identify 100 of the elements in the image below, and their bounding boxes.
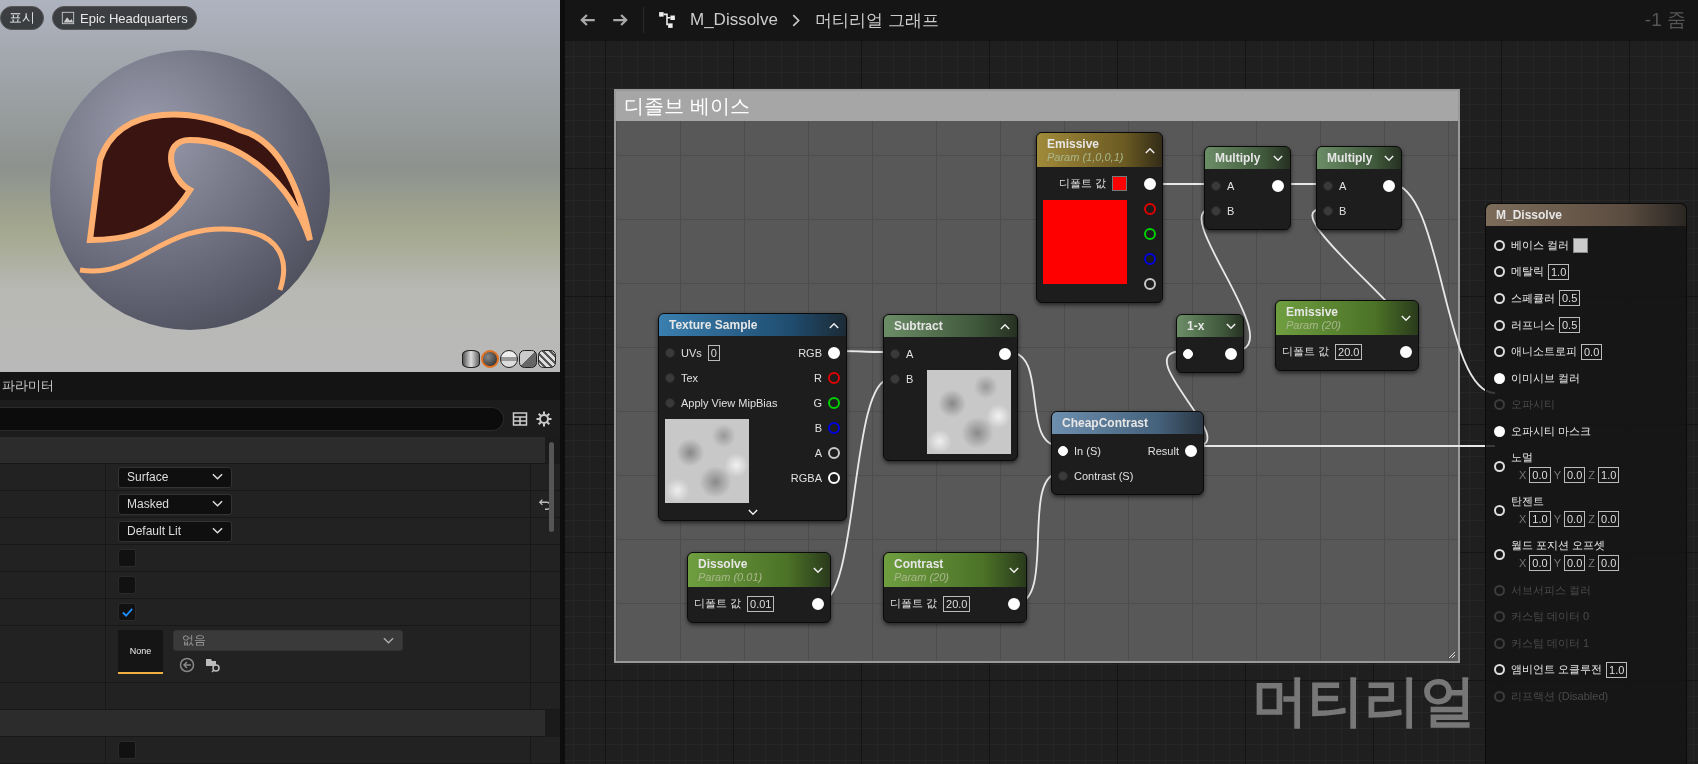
input-pin[interactable] — [665, 347, 675, 358]
scene-button[interactable]: Epic Headquarters — [52, 6, 197, 30]
cube-icon[interactable] — [519, 350, 537, 368]
pin-label: 탄젠트 — [1511, 494, 1544, 510]
graph-node[interactable]: Multiply A B — [1204, 146, 1291, 230]
graph-type-label: 머티리얼 — [1252, 668, 1476, 734]
asset-dropdown[interactable]: 없음 — [173, 630, 403, 651]
value-field[interactable]: 0.5 — [1559, 317, 1581, 334]
table-icon[interactable] — [512, 410, 528, 427]
graph-node[interactable]: Dissolve Param (0.01) 디폴트 값 0.01 — [687, 552, 831, 623]
color-swatch[interactable] — [1573, 237, 1589, 253]
graph-node[interactable]: Multiply A B — [1316, 146, 1402, 230]
checkbox[interactable] — [118, 741, 136, 759]
value-field[interactable]: 0 — [707, 344, 720, 361]
material-result-node[interactable] — [1485, 203, 1687, 764]
checkbox[interactable] — [118, 603, 136, 621]
chevron-up-icon[interactable] — [1000, 322, 1010, 330]
value-field[interactable]: 0.0 — [1529, 467, 1551, 484]
dropdown[interactable]: Surface — [118, 466, 232, 488]
chevron-up-icon[interactable] — [829, 321, 839, 329]
chevron-down-icon[interactable] — [1009, 566, 1019, 574]
graph-node[interactable]: Subtract A B — [883, 314, 1018, 461]
checkbox[interactable] — [118, 549, 136, 567]
pin-label: 메탈릭 — [1511, 264, 1544, 280]
mesh-icon[interactable] — [538, 350, 556, 368]
breadcrumb-current: 머티리얼 그래프 — [814, 9, 939, 32]
node-title: Emissive — [1047, 137, 1101, 151]
output-pin[interactable] — [1144, 227, 1156, 240]
value-field[interactable]: 0.0 — [1581, 343, 1603, 360]
output-pin[interactable] — [828, 396, 840, 409]
input-pin[interactable] — [1211, 180, 1221, 191]
value-field[interactable]: 0.0 — [1598, 555, 1620, 572]
reset-icon[interactable] — [538, 497, 552, 511]
dropdown[interactable]: Default Lit — [118, 520, 232, 542]
value-field[interactable]: 0.0 — [1564, 555, 1586, 572]
pin-label: 이미시브 컬러 — [1511, 370, 1581, 386]
node-title: 1-x — [1187, 319, 1205, 333]
settings-icon[interactable] — [536, 410, 552, 427]
chevron-down-icon[interactable] — [813, 566, 823, 574]
chevron-down-icon[interactable] — [1401, 314, 1411, 322]
pin-label: B — [1227, 204, 1235, 217]
texture-thumbnail[interactable]: None — [118, 630, 163, 674]
graph-node[interactable]: 1-x — [1176, 314, 1244, 373]
scrollbar[interactable] — [549, 442, 554, 532]
value-field[interactable]: 20.0 — [943, 595, 971, 612]
graph-node[interactable]: Contrast Param (20) 디폴트 값 20.0 — [883, 552, 1027, 623]
value-field[interactable]: 20.0 — [1335, 343, 1363, 360]
dropdown[interactable]: Masked — [118, 493, 232, 515]
pin-label: 월드 포지션 오프셋 — [1511, 538, 1606, 554]
node-subtitle: Param (20) — [894, 571, 950, 583]
input-pin[interactable] — [665, 397, 675, 408]
input-pin[interactable] — [1211, 205, 1221, 216]
value-field[interactable]: 0.0 — [1529, 555, 1551, 572]
value-field[interactable]: 1.0 — [1606, 661, 1628, 678]
value-field[interactable]: 1.0 — [1598, 467, 1620, 484]
image-icon — [61, 11, 75, 25]
node-title: Texture Sample — [669, 318, 758, 332]
value-field[interactable]: 0.0 — [1598, 511, 1620, 528]
chevron-down-icon[interactable] — [747, 509, 758, 516]
checkbox[interactable] — [118, 576, 136, 594]
input-pin[interactable] — [1323, 205, 1333, 216]
input-pin[interactable] — [1323, 180, 1333, 191]
graph-node[interactable]: Texture Sample UVs 0 Tex Apply View MipBias RGB R G B A RGBA — [658, 313, 847, 521]
use-selected-icon[interactable] — [179, 657, 195, 673]
browse-folder-icon[interactable] — [205, 657, 221, 673]
graph-node[interactable]: Emissive Param (1,0,0,1) 디폴트 값 — [1036, 132, 1163, 303]
chevron-down-icon[interactable] — [1384, 154, 1394, 162]
chevron-down-icon[interactable] — [1273, 154, 1283, 162]
axis-label: X — [1519, 469, 1527, 482]
graph-node[interactable]: Emissive Param (20) 디폴트 값 20.0 — [1275, 300, 1419, 371]
input-pin[interactable] — [1058, 470, 1068, 481]
pin-label: G — [813, 396, 822, 409]
node-title: Contrast — [894, 557, 945, 571]
sphere-icon[interactable] — [481, 350, 499, 368]
value-field[interactable]: 0.01 — [747, 595, 775, 612]
node-title: M_Dissolve — [1496, 208, 1563, 222]
value-field[interactable]: 0.0 — [1564, 511, 1586, 528]
color-swatch[interactable] — [1112, 176, 1127, 191]
input-pin[interactable] — [665, 372, 675, 383]
pin-label: Apply View MipBias — [681, 396, 778, 409]
graph-node[interactable]: CheapContrast In (S) Contrast (S) Result — [1051, 411, 1204, 495]
node-title: CheapContrast — [1062, 416, 1148, 430]
pin-label: RGB — [798, 346, 822, 359]
input-pin[interactable] — [890, 373, 900, 384]
chevron-down-icon[interactable] — [1226, 322, 1236, 330]
axis-label: Y — [1553, 513, 1561, 526]
input-pin[interactable] — [890, 348, 900, 359]
plane-icon[interactable] — [500, 350, 518, 368]
cylinder-icon[interactable] — [462, 350, 480, 368]
value-field[interactable]: 0.5 — [1559, 290, 1581, 307]
value-field[interactable]: 0.0 — [1564, 467, 1586, 484]
search-field[interactable] — [0, 406, 504, 431]
breadcrumb-link[interactable]: M_Dissolve — [690, 10, 778, 30]
show-menu-button[interactable]: 표시 — [0, 6, 44, 30]
chevron-up-icon[interactable] — [1145, 146, 1155, 154]
value-field[interactable]: 1.0 — [1529, 511, 1551, 528]
caret-icon — [212, 500, 223, 508]
resize-grip-icon[interactable] — [1446, 649, 1456, 659]
value-field[interactable]: 1.0 — [1548, 263, 1570, 280]
node-title: Dissolve — [698, 557, 749, 571]
